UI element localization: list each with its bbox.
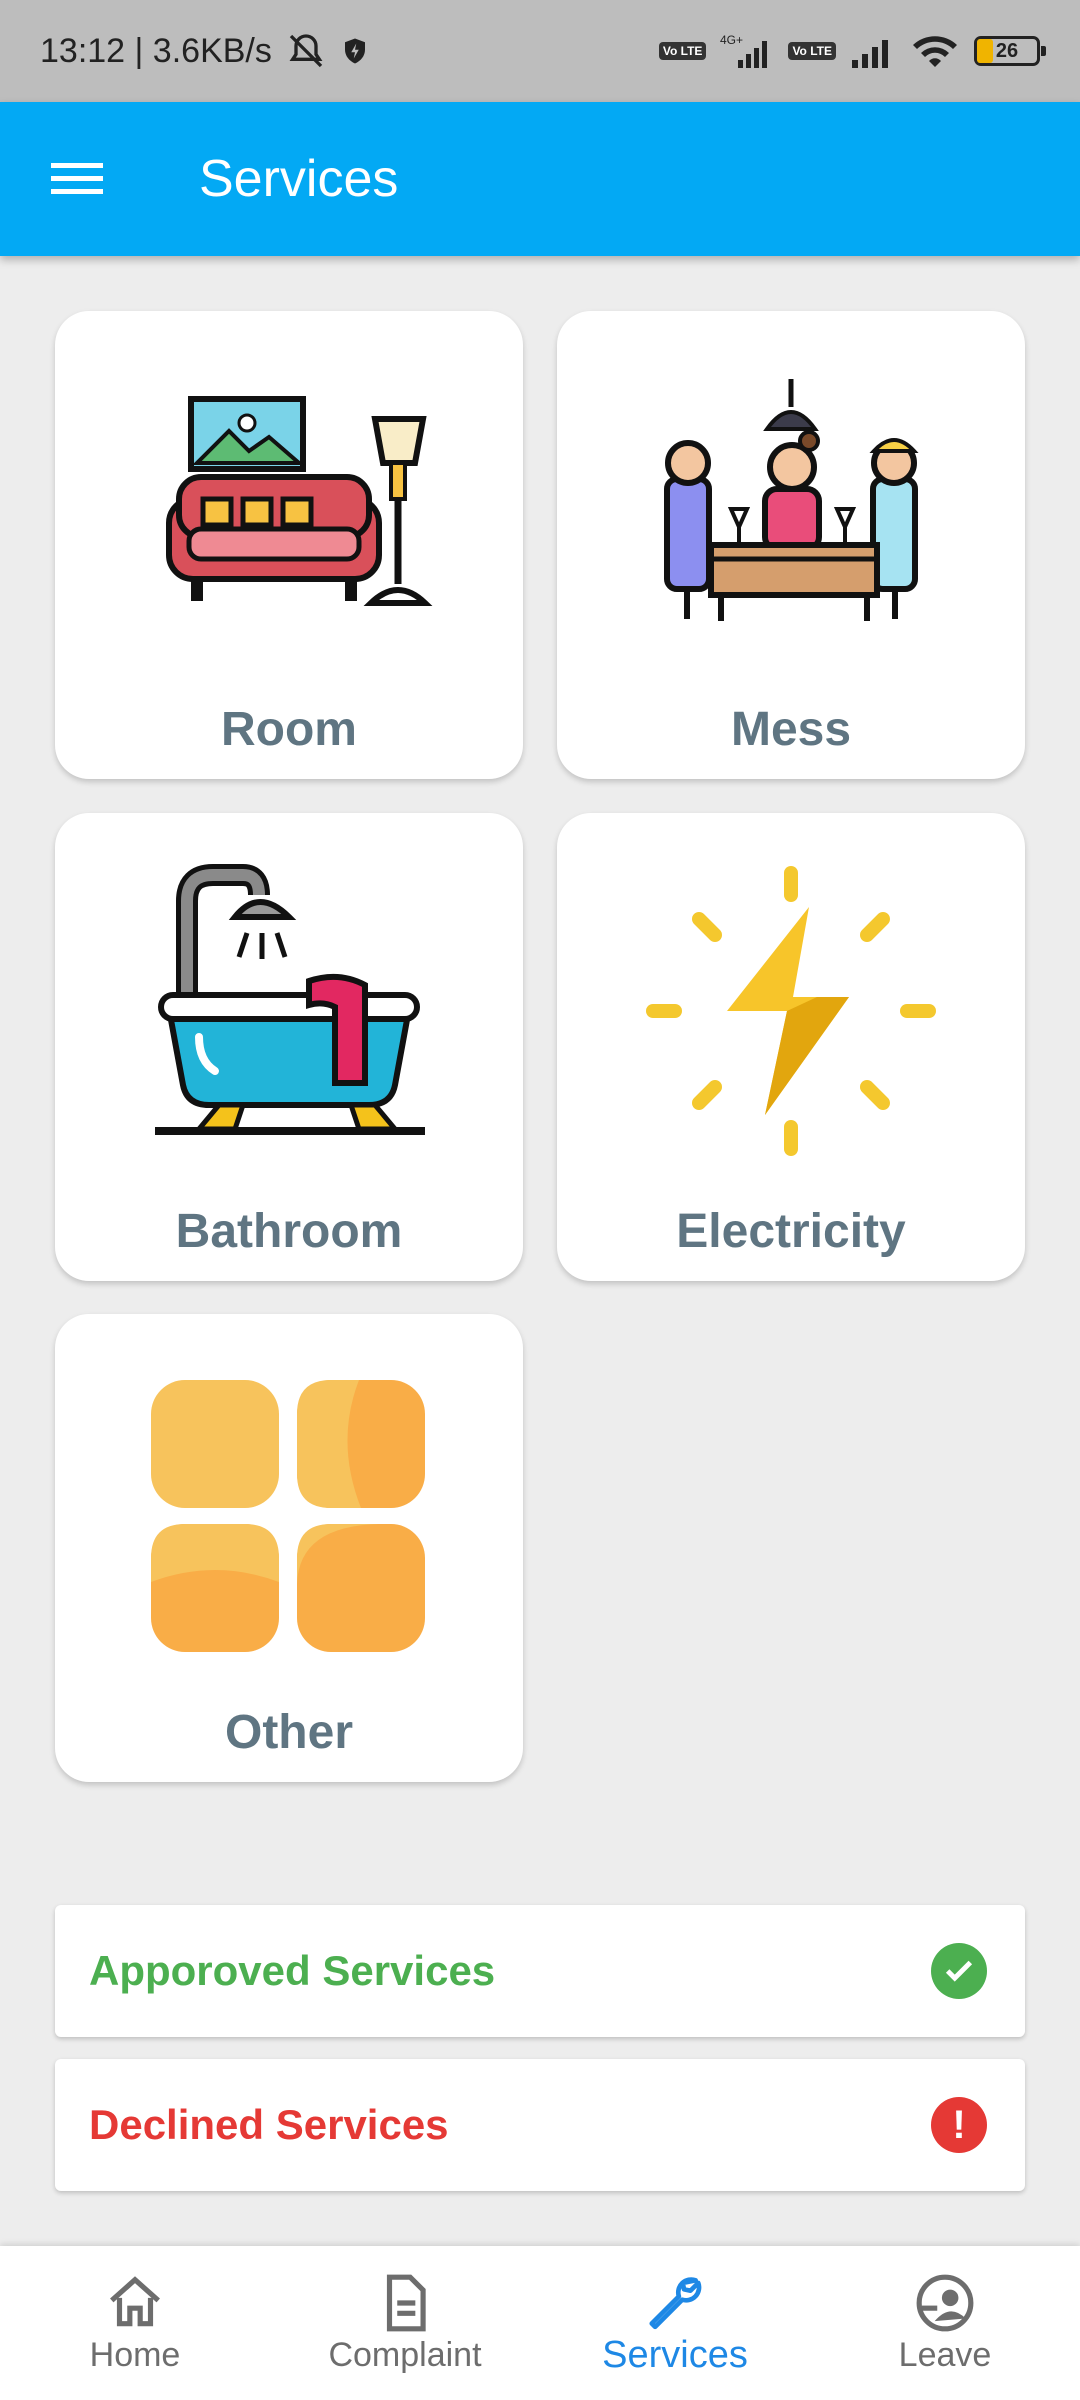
wifi-icon bbox=[913, 36, 957, 67]
battery-indicator: 26 bbox=[974, 36, 1046, 66]
declined-services-row[interactable]: Declined Services ! bbox=[55, 2059, 1025, 2191]
declined-services-label: Declined Services bbox=[89, 2101, 449, 2148]
status-bar: 13:12 | 3.6KB/s Vo LTE 4G+ Vo LTE 26 bbox=[0, 0, 1080, 102]
dining-table-icon bbox=[664, 379, 919, 621]
nav-label-services: Services bbox=[602, 2333, 748, 2376]
person-exit-icon bbox=[916, 2274, 974, 2331]
mute-bell-icon bbox=[289, 34, 323, 68]
sofa-lamp-icon bbox=[166, 396, 433, 606]
signal-icon-2 bbox=[852, 40, 888, 68]
svg-text:4G+: 4G+ bbox=[720, 33, 743, 47]
wrench-icon bbox=[649, 2276, 702, 2329]
nav-leave[interactable]: Leave bbox=[810, 2246, 1080, 2400]
check-circle-icon bbox=[931, 1943, 987, 1999]
app-bar: Services bbox=[0, 102, 1080, 256]
bottom-navigation: Home Complaint Services Leave bbox=[0, 2246, 1080, 2400]
hamburger-menu-icon bbox=[51, 163, 103, 194]
service-label-mess: Mess bbox=[730, 703, 852, 756]
volte-badge-2: Vo LTE bbox=[788, 42, 836, 60]
service-label-electricity: Electricity bbox=[676, 1205, 906, 1258]
menu-button[interactable] bbox=[27, 129, 127, 229]
service-label-room: Room bbox=[221, 703, 357, 756]
service-card-electricity[interactable]: Electricity bbox=[557, 813, 1025, 1281]
nav-home[interactable]: Home bbox=[0, 2246, 270, 2400]
service-card-room[interactable]: Room bbox=[55, 311, 523, 779]
alert-circle-icon: ! bbox=[931, 2097, 987, 2153]
grid-squares-icon bbox=[151, 1380, 425, 1652]
service-card-other[interactable]: Other bbox=[55, 1314, 523, 1782]
shield-icon bbox=[344, 38, 365, 64]
approved-services-row[interactable]: Apporoved Services bbox=[55, 1905, 1025, 2037]
signal-icon-1: 4G+ bbox=[720, 33, 768, 68]
service-label-bathroom: Bathroom bbox=[175, 1205, 403, 1258]
nav-services[interactable]: Services bbox=[540, 2246, 810, 2400]
approved-services-label: Apporoved Services bbox=[89, 1947, 496, 1994]
nav-label-leave: Leave bbox=[898, 2335, 992, 2374]
document-icon bbox=[386, 2274, 426, 2331]
status-time: 13:12 | 3.6KB/s bbox=[40, 31, 272, 70]
service-label-other: Other bbox=[224, 1706, 353, 1759]
page-title: Services bbox=[199, 150, 399, 208]
lightning-icon bbox=[646, 866, 936, 1156]
service-card-bathroom[interactable]: Bathroom bbox=[55, 813, 523, 1281]
nav-label-complaint: Complaint bbox=[328, 2335, 482, 2374]
bathtub-icon bbox=[155, 864, 425, 1135]
service-card-mess[interactable]: Mess bbox=[557, 311, 1025, 779]
volte-badge-1: Vo LTE bbox=[658, 42, 707, 60]
nav-complaint[interactable]: Complaint bbox=[270, 2246, 540, 2400]
nav-label-home: Home bbox=[89, 2335, 181, 2374]
home-icon bbox=[110, 2275, 160, 2326]
